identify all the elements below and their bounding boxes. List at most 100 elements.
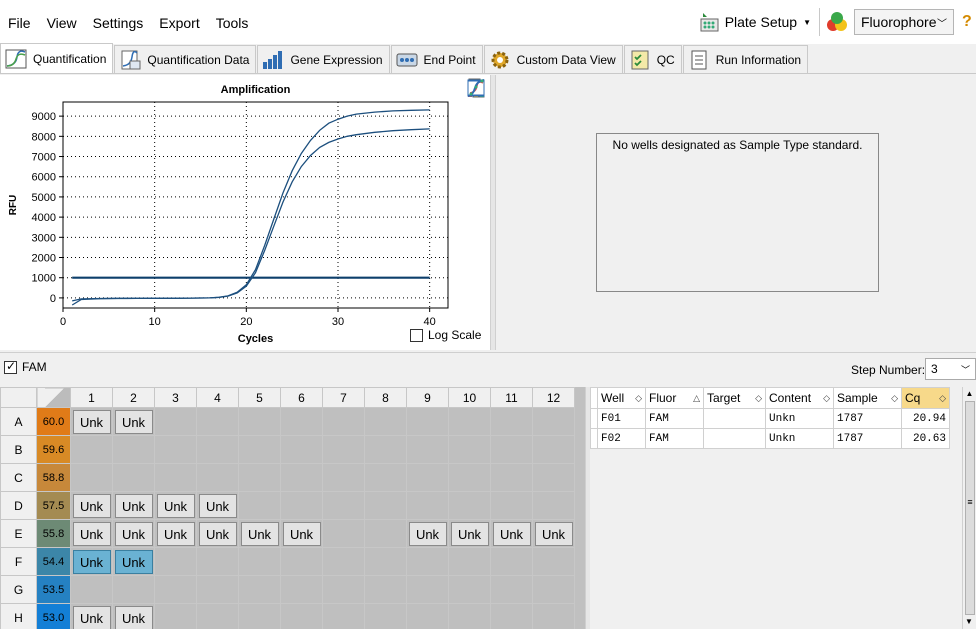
plate-well[interactable] [406, 575, 449, 604]
plate-well[interactable] [154, 407, 197, 436]
plate-well[interactable] [154, 575, 197, 604]
plate-well[interactable] [532, 491, 575, 520]
plate-row-header[interactable]: A [0, 407, 37, 436]
menu-export[interactable]: Export [151, 0, 207, 44]
plate-well[interactable] [238, 603, 281, 629]
plate-well[interactable] [280, 491, 323, 520]
results-row[interactable]: F01 FAM Unkn 1787 20.94 [590, 408, 950, 429]
plate-column-header[interactable]: 7 [322, 387, 365, 408]
plate-well[interactable] [490, 491, 533, 520]
tab-run-information[interactable]: Run Information [682, 45, 809, 73]
well-content-unknown[interactable]: Unk [198, 493, 237, 518]
plate-well[interactable] [322, 519, 365, 548]
plate-well[interactable]: Unk [70, 519, 113, 548]
plate-well[interactable] [322, 463, 365, 492]
plate-well[interactable] [70, 435, 113, 464]
scroll-up-icon[interactable]: ▲ [963, 387, 976, 401]
plate-well[interactable] [364, 519, 407, 548]
plate-well[interactable] [364, 463, 407, 492]
plate-well[interactable]: Unk [448, 519, 491, 548]
plate-well[interactable]: Unk [532, 519, 575, 548]
fluorophore-select[interactable]: Fluorophore ﹀ [854, 9, 954, 35]
plate-well[interactable] [322, 603, 365, 629]
plate-well[interactable] [532, 575, 575, 604]
plate-well[interactable] [448, 407, 491, 436]
step-number-select[interactable]: 3 ﹀ [925, 358, 976, 380]
plate-well[interactable]: Unk [196, 519, 239, 548]
plate-well[interactable] [238, 547, 281, 576]
plate-well[interactable] [532, 603, 575, 629]
plate-well[interactable] [490, 547, 533, 576]
plate-corner[interactable] [0, 387, 37, 408]
well-content-unknown[interactable]: Unk [72, 521, 111, 546]
log-scale-checkbox[interactable] [410, 328, 423, 342]
plate-well[interactable] [448, 435, 491, 464]
fam-filter[interactable]: FAM [4, 359, 47, 374]
plate-well[interactable] [448, 463, 491, 492]
results-column-header[interactable]: Well ◇ [597, 387, 646, 409]
plate-column-header[interactable]: 4 [196, 387, 239, 408]
log-scale-toggle[interactable]: Log Scale [410, 328, 481, 342]
tab-qc[interactable]: QC [623, 45, 682, 73]
well-content-unknown[interactable]: Unk [450, 521, 489, 546]
plate-setup-button[interactable]: Plate Setup ▼ [694, 7, 815, 37]
results-row[interactable]: F02 FAM Unkn 1787 20.63 [590, 428, 950, 449]
plate-row-header[interactable]: C [0, 463, 37, 492]
well-content-unknown[interactable]: Unk [240, 521, 279, 546]
sort-icon[interactable]: ◇ [891, 393, 898, 404]
tab-custom-data-view[interactable]: Custom Data View [483, 45, 623, 73]
plate-well[interactable] [196, 547, 239, 576]
plate-well[interactable]: Unk [154, 491, 197, 520]
well-content-unknown[interactable]: Unk [114, 605, 153, 629]
plate-well[interactable] [322, 575, 365, 604]
plate-well[interactable] [112, 435, 155, 464]
plate-well[interactable] [238, 407, 281, 436]
plate-well[interactable]: Unk [112, 519, 155, 548]
plate-well[interactable] [406, 463, 449, 492]
well-content-unknown[interactable]: Unk [282, 521, 321, 546]
fam-checkbox[interactable] [4, 359, 17, 374]
sort-icon[interactable]: ◇ [635, 393, 642, 404]
well-content-unknown[interactable]: Unk [198, 521, 237, 546]
plate-well[interactable]: Unk [238, 519, 281, 548]
plate-well[interactable] [238, 435, 281, 464]
plate-well[interactable] [532, 547, 575, 576]
plate-well[interactable]: Unk [70, 491, 113, 520]
well-content-unknown[interactable]: Unk [72, 549, 111, 574]
plate-well[interactable] [406, 407, 449, 436]
well-content-unknown[interactable]: Unk [114, 521, 153, 546]
plate-well[interactable]: Unk [70, 603, 113, 629]
plate-well[interactable] [280, 463, 323, 492]
plate-well[interactable] [70, 575, 113, 604]
plate-well[interactable] [364, 547, 407, 576]
help-icon[interactable]: ? [962, 13, 976, 31]
tab-end-point[interactable]: End Point [390, 45, 483, 73]
plate-well[interactable] [280, 575, 323, 604]
plate-row-header[interactable]: D [0, 491, 37, 520]
plate-column-header[interactable]: 11 [490, 387, 533, 408]
well-content-unknown[interactable]: Unk [492, 521, 531, 546]
results-column-header[interactable]: Fluor △ [645, 387, 704, 409]
plate-well[interactable] [322, 435, 365, 464]
well-content-unknown[interactable]: Unk [408, 521, 447, 546]
row-selector[interactable] [590, 408, 598, 429]
plate-row-header[interactable]: E [0, 519, 37, 548]
dye-calibration-icon[interactable] [824, 10, 850, 34]
plate-well[interactable] [196, 463, 239, 492]
vertical-scrollbar[interactable]: ▲ ≡ ▼ [962, 387, 976, 629]
plate-column-header[interactable]: 2 [112, 387, 155, 408]
plate-well[interactable]: Unk [112, 603, 155, 629]
plate-well[interactable] [112, 463, 155, 492]
plate-column-header[interactable]: 9 [406, 387, 449, 408]
plate-well[interactable] [406, 547, 449, 576]
plate-well[interactable] [532, 435, 575, 464]
plate-well[interactable] [448, 575, 491, 604]
plate-column-header[interactable]: 6 [280, 387, 323, 408]
plate-well[interactable] [448, 603, 491, 629]
sort-icon[interactable]: ◇ [823, 393, 830, 404]
well-content-unknown[interactable]: Unk [72, 409, 111, 434]
plate-column-header[interactable]: 10 [448, 387, 491, 408]
plate-well[interactable] [490, 575, 533, 604]
plate-row-header[interactable]: B [0, 435, 37, 464]
curve-fit-icon[interactable] [465, 77, 487, 99]
